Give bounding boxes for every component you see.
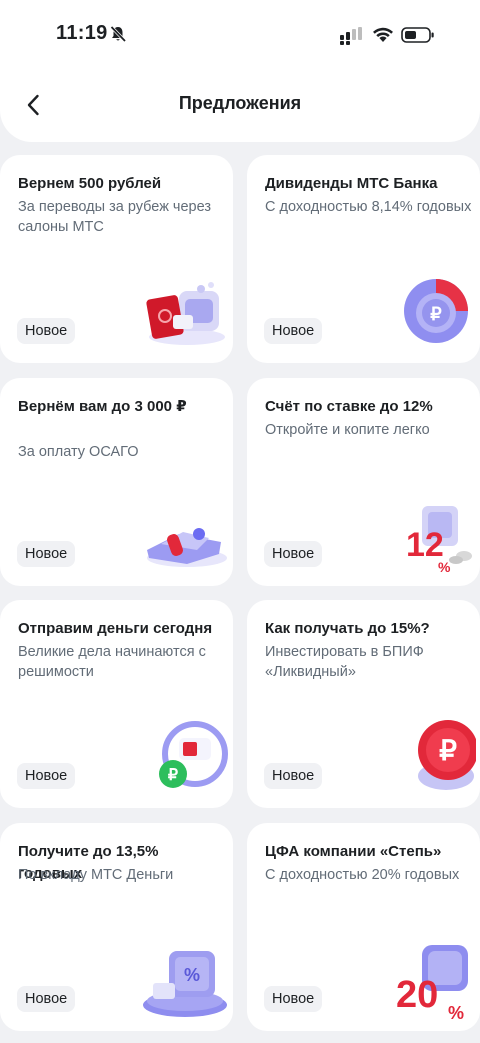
battery-icon (401, 27, 434, 43)
ruble-coin-chart-icon: ₽ (404, 279, 468, 343)
top-bar: 11:19 Предложения (0, 0, 480, 142)
svg-text:%: % (448, 1003, 464, 1021)
offer-card-transfer-abroad[interactable]: Вернем 500 рублей За переводы за рубеж ч… (0, 155, 233, 363)
svg-text:₽: ₽ (168, 767, 178, 784)
status-bar: 11:19 (0, 0, 480, 70)
offer-card-cfa-step[interactable]: ЦФА компании «Степь» С доходностью 20% г… (247, 823, 480, 1031)
new-badge: Новое (264, 541, 323, 567)
offer-title: Как получать до 15%? (265, 620, 430, 637)
cellular-signal-icon (340, 27, 362, 45)
car-key-icon (147, 528, 227, 567)
offer-card-dividends[interactable]: Дивиденды МТС Банка С доходностью 8,14% … (247, 155, 480, 363)
vault-percent-icon: % (143, 951, 227, 1017)
new-badge: Новое (264, 763, 323, 789)
svg-text:20: 20 (396, 974, 438, 1016)
svg-text:%: % (438, 559, 451, 575)
offer-title: Вернём вам до 3 000 ₽ (18, 398, 187, 415)
offer-subtitle: За оплату ОСАГО (18, 444, 139, 460)
offer-card-deposit[interactable]: Получите до 13,5% годовых По вкладу МТС … (0, 823, 233, 1031)
offer-title: Отправим деньги сегодня (18, 620, 213, 637)
offer-card-osago[interactable]: Вернём вам до 3 000 ₽ За оплату ОСАГО Но… (0, 378, 233, 586)
new-badge: Новое (17, 541, 76, 567)
percent-safe-icon: 12 % (406, 506, 472, 575)
svg-text:₽: ₽ (439, 735, 457, 766)
svg-text:%: % (184, 965, 200, 985)
offer-subtitle: Инвестировать в БПИФ «Ликвидный» (265, 644, 424, 680)
offer-title: ЦФА компании «Степь» (265, 843, 442, 860)
offer-card-savings-account[interactable]: Счёт по ставке до 12% Откройте и копите … (247, 378, 480, 586)
offer-subtitle: Великие дела начинаются с решимости (18, 644, 206, 680)
money-transfer-icon: ₽ (159, 721, 228, 788)
offer-card-bpif[interactable]: Как получать до 15%? Инвестировать в БПИ… (247, 600, 480, 808)
offer-title: Дивиденды МТС Банка (265, 175, 438, 192)
offer-subtitle: За переводы за рубеж через салоны МТС (18, 199, 211, 235)
new-badge: Новое (17, 986, 76, 1012)
twenty-percent-icon: 20 % (396, 945, 468, 1021)
offer-subtitle: По вкладу МТС Деньги (18, 867, 174, 883)
passport-travel-icon (146, 282, 225, 345)
svg-text:₽: ₽ (430, 304, 442, 324)
offer-subtitle: Откройте и копите легко (265, 422, 430, 438)
offer-title: Вернем 500 рублей (18, 175, 162, 192)
offer-card-send-money[interactable]: Отправим деньги сегодня Великие дела нач… (0, 600, 233, 808)
offer-title: Счёт по ставке до 12% (265, 398, 433, 415)
offer-subtitle: С доходностью 20% годовых (265, 867, 460, 883)
page-title: Предложения (178, 93, 302, 113)
new-badge: Новое (264, 986, 323, 1012)
status-time: 11:19 (56, 22, 108, 44)
new-badge: Новое (264, 318, 323, 344)
offer-subtitle: С доходностью 8,14% годовых (265, 199, 472, 215)
new-badge: Новое (17, 318, 76, 344)
wifi-icon (373, 27, 393, 42)
new-badge: Новое (17, 763, 76, 789)
ruble-coin-icon: ₽ (418, 720, 476, 790)
bell-muted-icon (110, 25, 127, 43)
